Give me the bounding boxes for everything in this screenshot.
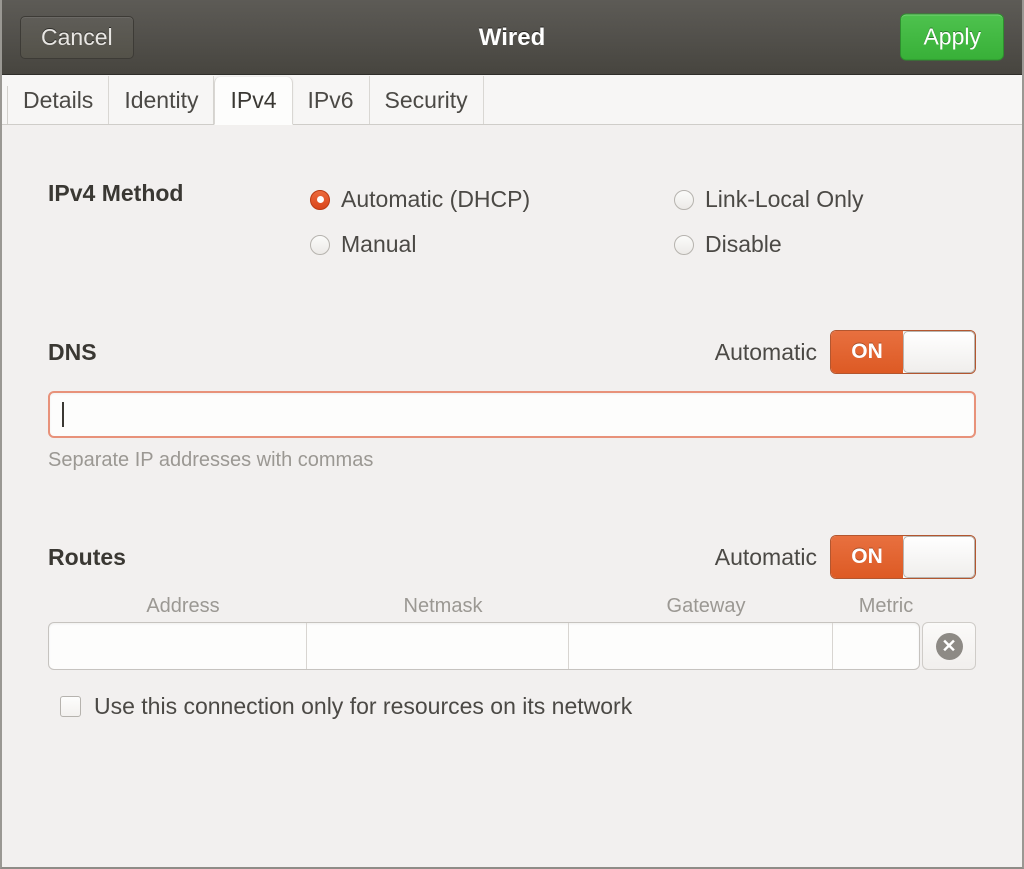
radio-unselected-icon — [310, 234, 330, 255]
routes-row: ✕ — [48, 622, 976, 670]
apply-button[interactable]: Apply — [900, 13, 1004, 61]
tab-details[interactable]: Details — [8, 76, 110, 124]
tab-ipv4[interactable]: IPv4 — [214, 77, 293, 125]
routes-switch-fill: ON — [831, 536, 903, 578]
radio-unselected-icon — [674, 234, 694, 255]
route-address-input[interactable] — [49, 623, 307, 669]
tab-security[interactable]: Security — [370, 76, 484, 124]
radio-disable-label: Disable — [705, 231, 782, 257]
routes-column-header-netmask: Netmask — [403, 595, 483, 617]
route-gateway-input[interactable] — [569, 623, 833, 669]
dns-hint-text: Separate IP addresses with commas — [48, 449, 374, 471]
ipv4-settings-panel: IPv4 Method Automatic (DHCP) Manual Link… — [2, 125, 1022, 867]
radio-disable[interactable]: Disable — [674, 222, 864, 267]
close-circle-icon: ✕ — [935, 632, 963, 660]
routes-switch-knob — [903, 536, 975, 578]
route-netmask-input[interactable] — [307, 623, 569, 669]
dns-label: DNS — [48, 338, 97, 365]
radio-link-local-only[interactable]: Link-Local Only — [674, 177, 864, 222]
ipv4-method-section: IPv4 Method Automatic (DHCP) Manual Link… — [48, 125, 976, 267]
window-title: Wired — [478, 24, 546, 51]
routes-column-header-address: Address — [146, 595, 220, 617]
dns-switch-state-label: ON — [851, 340, 883, 363]
radio-automatic-dhcp-label: Automatic (DHCP) — [341, 186, 531, 212]
dns-switch-knob — [903, 331, 975, 373]
routes-automatic-switch[interactable]: ON — [830, 535, 976, 579]
ipv4-method-column-left: Automatic (DHCP) Manual — [310, 177, 674, 267]
radio-unselected-icon — [674, 189, 694, 210]
dns-automatic-switch[interactable]: ON — [830, 330, 976, 374]
titlebar: Cancel Wired Apply — [2, 0, 1022, 75]
ipv4-method-label: IPv4 Method — [48, 180, 184, 206]
network-connection-dialog: Cancel Wired Apply Details Identity IPv4… — [0, 0, 1024, 869]
dns-section: DNS Automatic ON Separate IP addresses w… — [48, 330, 976, 472]
radio-manual[interactable]: Manual — [310, 222, 674, 267]
routes-switch-state-label: ON — [851, 545, 883, 568]
routes-field-group — [48, 622, 920, 670]
routes-section: Routes Automatic ON Address Netmask Gate… — [48, 535, 976, 720]
routes-header-row: Routes Automatic ON — [48, 535, 976, 579]
dns-switch-fill: ON — [831, 331, 903, 373]
routes-automatic-label: Automatic — [714, 543, 817, 570]
dns-servers-input[interactable] — [48, 391, 976, 438]
delete-route-button[interactable]: ✕ — [922, 622, 976, 670]
routes-column-headers: Address Netmask Gateway Metric — [48, 595, 976, 618]
cancel-button[interactable]: Cancel — [20, 15, 134, 59]
routes-column-header-gateway: Gateway — [666, 595, 746, 617]
radio-automatic-dhcp[interactable]: Automatic (DHCP) — [310, 177, 674, 222]
radio-selected-icon — [310, 189, 330, 210]
routes-column-header-metric: Metric — [858, 595, 914, 617]
checkbox-unchecked-icon — [60, 696, 81, 717]
dns-automatic-group: Automatic ON — [715, 330, 976, 374]
tab-ipv6[interactable]: IPv6 — [293, 76, 370, 124]
ipv4-method-options: Automatic (DHCP) Manual Link-Local Only … — [310, 177, 976, 267]
restrict-to-network-checkbox[interactable]: Use this connection only for resources o… — [48, 693, 976, 720]
dns-header-row: DNS Automatic ON — [48, 330, 976, 374]
text-cursor — [62, 402, 64, 427]
radio-link-local-only-label: Link-Local Only — [705, 186, 864, 212]
ipv4-method-column-right: Link-Local Only Disable — [674, 177, 864, 267]
tab-identity[interactable]: Identity — [109, 76, 215, 124]
route-metric-input[interactable] — [833, 623, 919, 669]
routes-label: Routes — [48, 543, 126, 570]
routes-automatic-group: Automatic ON — [715, 535, 976, 579]
tab-bar: Details Identity IPv4 IPv6 Security — [2, 75, 1022, 125]
radio-manual-label: Manual — [341, 231, 417, 257]
restrict-to-network-label: Use this connection only for resources o… — [94, 693, 633, 719]
dns-automatic-label: Automatic — [714, 338, 817, 365]
